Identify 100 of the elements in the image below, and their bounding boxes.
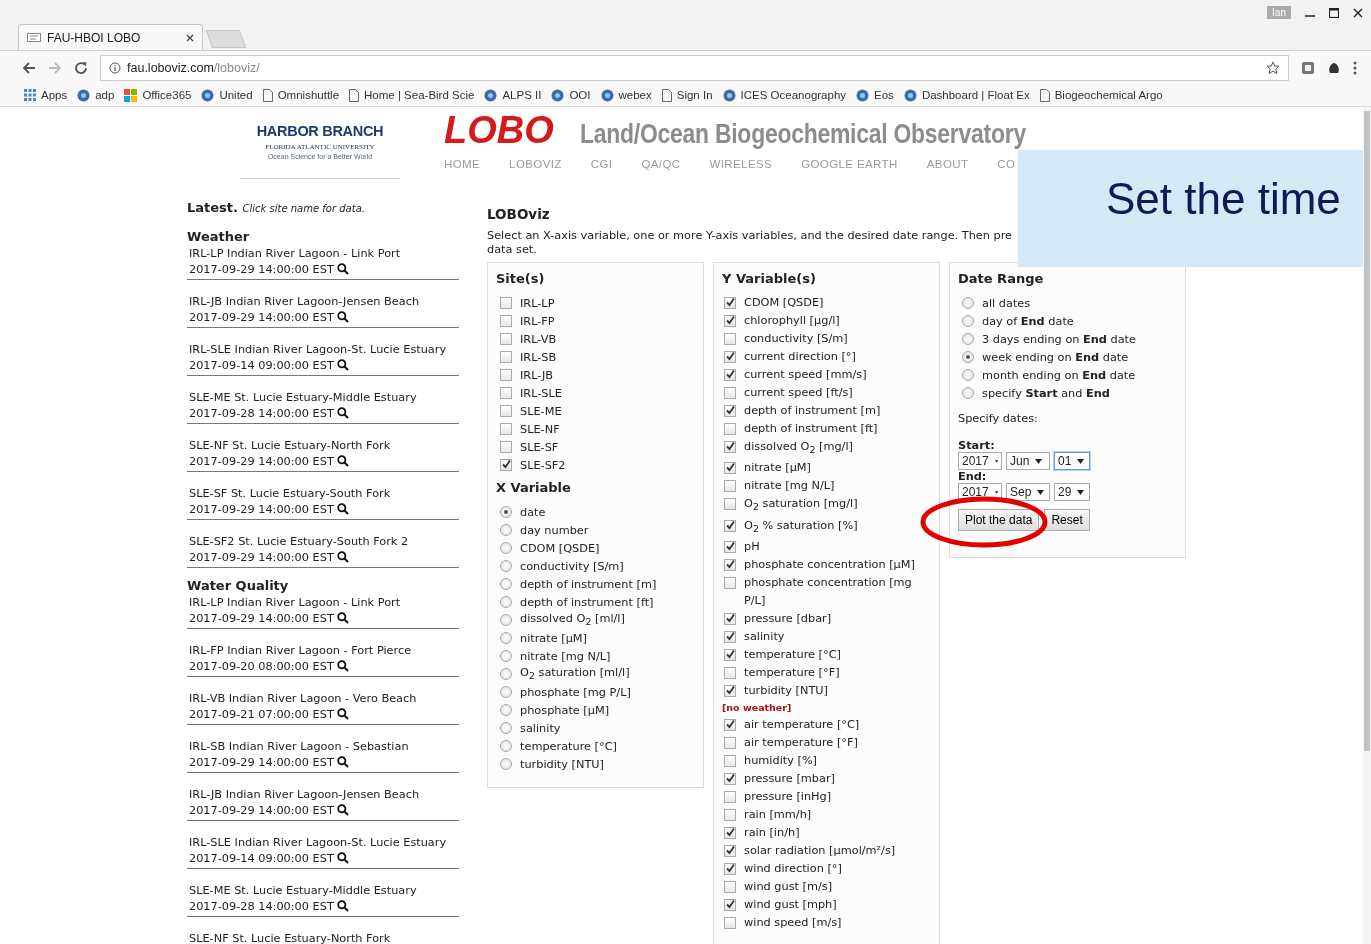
radio-label[interactable]: conductivity [S/m]: [520, 559, 624, 573]
radio-label[interactable]: specify Start and End: [982, 386, 1110, 400]
checkbox[interactable]: [724, 790, 736, 803]
radio-label[interactable]: turbidity [NTU]: [520, 757, 604, 771]
bookmark[interactable]: Biogeochemical Argo: [1039, 88, 1163, 102]
checkbox[interactable]: [724, 808, 736, 821]
radio-label[interactable]: depth of instrument [m]: [520, 577, 657, 591]
radio-button[interactable]: [500, 668, 512, 680]
checkbox[interactable]: [500, 423, 512, 435]
search-icon[interactable]: [336, 756, 349, 769]
checkbox-label[interactable]: nitrate [mg N/L]: [744, 477, 835, 496]
bookmark[interactable]: Home | Sea-Bird Scie: [349, 88, 475, 102]
info-icon[interactable]: [109, 61, 121, 74]
radio-label[interactable]: 3 days ending on End date: [982, 332, 1136, 346]
radio-label[interactable]: month ending on End date: [982, 368, 1136, 382]
radio-label[interactable]: day number: [520, 523, 589, 537]
checkbox[interactable]: [724, 844, 736, 857]
scrollbar[interactable]: [1363, 107, 1371, 944]
checkbox[interactable]: [724, 498, 736, 511]
search-icon[interactable]: [336, 708, 349, 721]
radio-label[interactable]: date: [520, 505, 546, 519]
radio-button[interactable]: [500, 740, 512, 752]
site-entry[interactable]: IRL-SLE Indian River Lagoon-St. Lucie Estuary 2017-09-14 09:00:00 EST: [187, 340, 459, 376]
site-link[interactable]: SLE-NF St. Lucie Estuary-North Fork: [189, 438, 459, 454]
search-icon[interactable]: [336, 804, 349, 817]
checkbox[interactable]: [724, 462, 736, 475]
radio-button[interactable]: [500, 650, 512, 662]
site-link[interactable]: SLE-SF St. Lucie Estuary-South Fork: [189, 486, 459, 502]
checkbox-label[interactable]: nitrate [µM]: [744, 459, 811, 478]
site-entry[interactable]: IRL-SLE Indian River Lagoon-St. Lucie Estuary 2017-09-14 09:00:00 EST: [187, 833, 459, 869]
radio-label[interactable]: all dates: [982, 296, 1031, 310]
checkbox-label[interactable]: current speed [ft/s]: [744, 384, 853, 402]
search-icon[interactable]: [336, 660, 349, 673]
checkbox-label[interactable]: O$_{2}$ saturation [mg/l]: [744, 495, 858, 517]
checkbox[interactable]: [724, 297, 736, 309]
radio-label[interactable]: phosphate [µM]: [520, 703, 610, 717]
bookmark[interactable]: webex: [600, 88, 652, 102]
checkbox-label[interactable]: wind gust [mph]: [744, 895, 837, 914]
select-field[interactable]: 01: [1054, 452, 1090, 470]
site-entry[interactable]: IRL-LP Indian River Lagoon - Link Port 2017-09-29 14:00:00 EST: [187, 244, 459, 280]
checkbox[interactable]: [500, 333, 512, 345]
select-field[interactable]: 2017: [958, 452, 1002, 470]
checkbox-label[interactable]: SLE-SF2: [520, 458, 566, 472]
radio-button[interactable]: [962, 315, 974, 327]
radio-button[interactable]: [962, 297, 974, 309]
radio-label[interactable]: phosphate [mg P/L]: [520, 685, 631, 699]
checkbox-label[interactable]: depth of instrument [m]: [744, 402, 881, 420]
radio-button[interactable]: [500, 722, 512, 734]
checkbox-label[interactable]: air temperature [°C]: [744, 715, 860, 734]
site-link[interactable]: SLE-ME St. Lucie Estuary-Middle Estuary: [189, 883, 459, 899]
search-icon[interactable]: [336, 551, 349, 564]
radio-label[interactable]: salinity: [520, 721, 561, 735]
search-icon[interactable]: [336, 359, 349, 372]
checkbox[interactable]: [500, 459, 512, 471]
checkbox-label[interactable]: temperature [°F]: [744, 663, 840, 682]
search-icon[interactable]: [336, 263, 349, 276]
site-link[interactable]: IRL-JB Indian River Lagoon-Jensen Beach: [189, 294, 459, 310]
checkbox[interactable]: [500, 441, 512, 453]
extension-icon[interactable]: [1327, 60, 1341, 75]
site-entry[interactable]: IRL-JB Indian River Lagoon-Jensen Beach 2017-09-29 14:00:00 EST: [187, 292, 459, 328]
checkbox-label[interactable]: humidity [%]: [744, 751, 818, 770]
site-link[interactable]: IRL-SLE Indian River Lagoon-St. Lucie Estuary: [189, 835, 459, 851]
site-link[interactable]: IRL-FP Indian River Lagoon - Fort Pierce: [189, 643, 459, 659]
checkbox[interactable]: [724, 519, 736, 532]
checkbox[interactable]: [724, 648, 736, 661]
search-icon[interactable]: [336, 407, 349, 420]
bookmark[interactable]: United: [201, 88, 253, 102]
checkbox-label[interactable]: wind gust [m/s]: [744, 877, 833, 896]
checkbox[interactable]: [724, 333, 736, 345]
menu-icon[interactable]: [1353, 60, 1357, 75]
checkbox-label[interactable]: IRL-FP: [520, 314, 555, 328]
checkbox[interactable]: [724, 666, 736, 679]
checkbox[interactable]: [724, 684, 736, 697]
checkbox[interactable]: [724, 405, 736, 417]
checkbox[interactable]: [724, 630, 736, 643]
site-entry[interactable]: SLE-SF St. Lucie Estuary-South Fork 2017-09-29 14:00:00 EST: [187, 484, 459, 520]
checkbox-label[interactable]: IRL-VB: [520, 332, 557, 346]
checkbox[interactable]: [724, 423, 736, 435]
radio-label[interactable]: week ending on End date: [982, 350, 1129, 364]
form-button[interactable]: Plot the data: [958, 509, 1040, 531]
site-link[interactable]: IRL-VB Indian River Lagoon - Vero Beach: [189, 691, 459, 707]
checkbox-label[interactable]: conductivity [S/m]: [744, 330, 848, 348]
search-icon[interactable]: [336, 852, 349, 865]
radio-button[interactable]: [500, 758, 512, 770]
checkbox[interactable]: [500, 297, 512, 309]
checkbox-label[interactable]: salinity: [744, 627, 785, 646]
checkbox-label[interactable]: pressure [dbar]: [744, 609, 832, 628]
site-entry[interactable]: IRL-LP Indian River Lagoon - Link Port 2017-09-29 14:00:00 EST: [187, 593, 459, 629]
checkbox-label[interactable]: O$_{2}$ % saturation [%]: [744, 516, 858, 538]
site-link[interactable]: IRL-LP Indian River Lagoon - Link Port: [189, 246, 459, 262]
site-link[interactable]: IRL-LP Indian River Lagoon - Link Port: [189, 595, 459, 611]
checkbox[interactable]: [724, 558, 736, 571]
checkbox[interactable]: [724, 315, 736, 327]
back-arrow-icon[interactable]: [22, 60, 36, 75]
site-link[interactable]: IRL-JB Indian River Lagoon-Jensen Beach: [189, 787, 459, 803]
radio-button[interactable]: [500, 578, 512, 590]
checkbox[interactable]: [724, 540, 736, 553]
search-icon[interactable]: [336, 455, 349, 468]
site-entry[interactable]: IRL-FP Indian River Lagoon - Fort Pierce 2017-09-20 08:00:00 EST: [187, 641, 459, 677]
checkbox-label[interactable]: depth of instrument [ft]: [744, 420, 878, 438]
